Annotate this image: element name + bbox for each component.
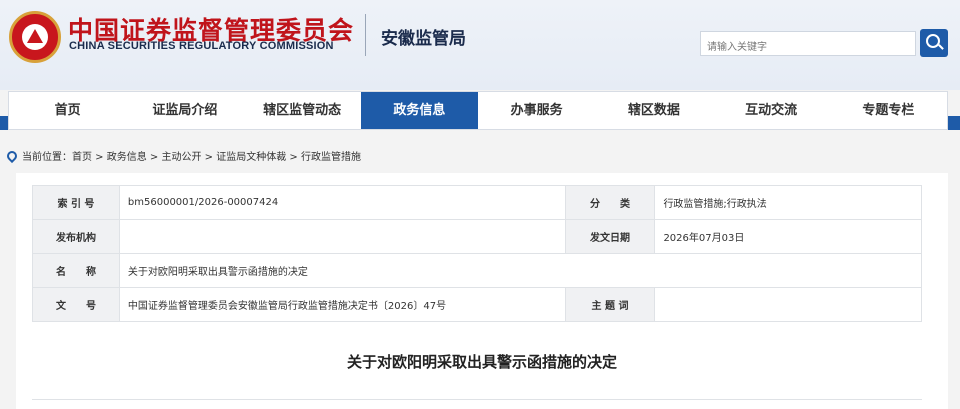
nav-item-home[interactable]: 首页 [9,92,126,129]
document-meta-table: 索 引 号 bm56000001/2026-00007424 分 类 行政监管措… [32,185,923,322]
category-value: 行政监管措施;行政执法 [654,185,922,220]
index-value: bm56000001/2026-00007424 [118,185,566,220]
docno-label: 文 号 [32,287,120,322]
name-value: 关于对欧阳明采取出具警示函措施的决定 [118,253,923,288]
breadcrumb: 当前位置：首页 > 政务信息 > 主动公开 > 证监局文种体裁 > 行政监管措施 [4,148,361,163]
location-pin-icon [4,148,20,163]
table-row: 索 引 号 bm56000001/2026-00007424 分 类 行政监管措… [32,185,922,220]
publisher-label: 发布机构 [32,219,120,254]
nav-item-interaction[interactable]: 互动交流 [713,92,830,129]
document-title: 关于对欧阳明采取出具警示函措施的决定 [346,353,617,371]
subject-label: 主 题 词 [564,287,656,322]
table-row: 名 称 关于对欧阳明采取出具警示函措施的决定 [32,253,923,288]
nav-item-gov-info[interactable]: 政务信息 [360,92,478,129]
article-panel: 索 引 号 bm56000001/2026-00007424 分 类 行政监管措… [16,173,948,409]
docno-value: 中国证券监督管理委员会安徽监管局行政监管措施决定书〔2026〕47号 [118,287,566,322]
nav-item-services[interactable]: 办事服务 [478,92,595,129]
nav-item-about[interactable]: 证监局介绍 [126,92,243,129]
csrc-emblem-icon [9,11,61,63]
title-divider [32,399,922,400]
logo-title-en: CHINA SECURITIES REGULATORY COMMISSION [69,40,334,52]
index-label: 索 引 号 [32,185,120,220]
subject-value [654,287,922,322]
table-row: 发布机构 发文日期 2026年07月03日 [32,219,922,254]
category-label: 分 类 [564,185,656,220]
search-button[interactable] [920,29,948,57]
site-header: 中国证券监督管理委员会 CHINA SECURITIES REGULATORY … [0,0,960,90]
date-label: 发文日期 [564,219,656,254]
nav-item-regional-news[interactable]: 辖区监管动态 [244,92,361,129]
nav-item-special-topics[interactable]: 专题专栏 [830,92,947,129]
publisher-value [118,219,566,254]
name-label: 名 称 [32,253,120,288]
bureau-name: 安徽监管局 [381,29,466,49]
date-value: 2026年07月03日 [654,219,922,254]
search-input[interactable]: 请输入关键字 [700,31,916,56]
main-nav: 首页 证监局介绍 辖区监管动态 政务信息 办事服务 辖区数据 互动交流 专题专栏 [8,91,948,130]
nav-item-regional-data[interactable]: 辖区数据 [595,92,712,129]
breadcrumb-text[interactable]: 当前位置：首页 > 政务信息 > 主动公开 > 证监局文种体裁 > 行政监管措施 [22,148,361,163]
table-row: 文 号 中国证券监督管理委员会安徽监管局行政监管措施决定书〔2026〕47号 主… [32,287,922,322]
logo-divider [365,14,366,56]
